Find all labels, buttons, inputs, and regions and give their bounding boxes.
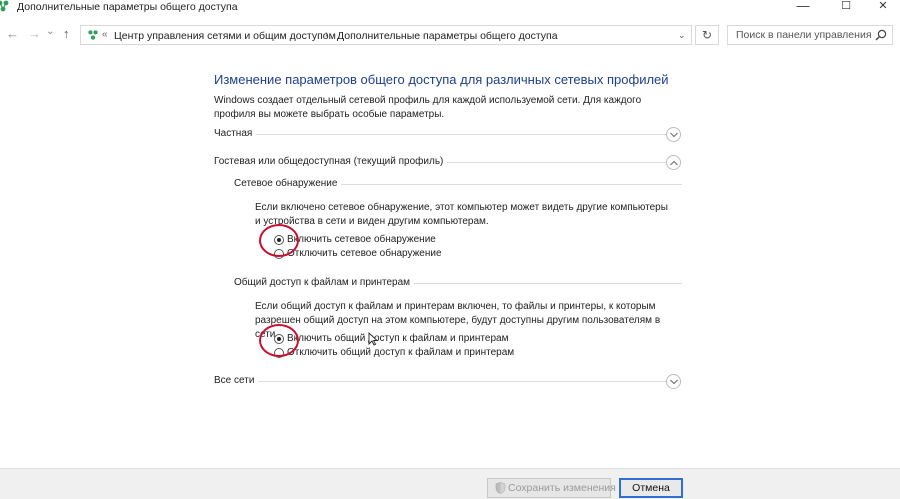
mouse-cursor-icon [368, 332, 378, 346]
breadcrumb-overflow[interactable]: « [102, 29, 108, 40]
all-networks-header[interactable]: Все сети [214, 375, 259, 386]
search-placeholder: Поиск в панели управления [736, 29, 872, 41]
radio-sharing-on[interactable] [274, 334, 284, 344]
title-bar: Дополнительные параметры общего доступа … [0, 0, 900, 16]
sharing-on-option[interactable]: Включить общий доступ к файлам и принтер… [274, 333, 524, 347]
discovery-description: Если включено сетевое обнаружение, этот … [255, 202, 668, 227]
cancel-label: Отмена [632, 482, 670, 494]
radio-label: Включить общий доступ к файлам и принтер… [287, 333, 509, 344]
breadcrumb-network-center[interactable]: Центр управления сетями и общим доступом [114, 30, 336, 42]
chevron-down-icon[interactable] [666, 374, 681, 389]
minimize-button[interactable]: — [786, 0, 820, 14]
divider [214, 134, 666, 135]
chevron-up-icon[interactable] [666, 155, 681, 170]
address-dropdown-icon[interactable]: ⌄ [678, 30, 686, 41]
sharing-off-option[interactable]: Отключить общий доступ к файлам и принте… [274, 347, 524, 361]
breadcrumb-advanced-sharing[interactable]: Дополнительные параметры общего доступа [337, 30, 558, 42]
network-icon [88, 30, 98, 40]
radio-label: Отключить общий доступ к файлам и принте… [287, 347, 515, 358]
radio-sharing-off[interactable] [274, 348, 284, 358]
close-button[interactable]: ✕ [866, 0, 900, 14]
network-icon [0, 0, 9, 12]
discovery-on-option[interactable]: Включить сетевое обнаружение [274, 234, 474, 248]
save-changes-button[interactable]: Сохранить изменения [487, 478, 616, 498]
address-toolbar: ← → ⌄ ↑ « Центр управления сетями и общи… [0, 22, 900, 48]
discovery-off-option[interactable]: Отключить сетевое обнаружение [274, 248, 474, 262]
radio-label: Включить сетевое обнаружение [287, 234, 436, 245]
breadcrumb-separator[interactable]: › [325, 29, 328, 40]
discovery-section-title: Сетевое обнаружение [234, 178, 342, 189]
forward-button[interactable]: → [28, 26, 41, 42]
chevron-down-icon[interactable] [666, 127, 681, 142]
radio-label: Отключить сетевое обнаружение [287, 248, 442, 259]
divider [214, 381, 666, 382]
save-label: Сохранить изменения [508, 482, 616, 494]
radio-discovery-on[interactable] [274, 235, 284, 245]
uac-shield-icon [495, 482, 506, 494]
search-icon[interactable] [875, 29, 887, 41]
intro-text: Windows создает отдельный сетевой профил… [214, 95, 642, 120]
search-input[interactable]: Поиск в панели управления [727, 25, 893, 45]
page-title: Изменение параметров общего доступа для … [214, 72, 669, 87]
refresh-button[interactable]: ↻ [695, 25, 719, 45]
radio-discovery-off[interactable] [274, 249, 284, 259]
profile-private-header[interactable]: Частная [214, 128, 257, 139]
window-title: Дополнительные параметры общего доступа [17, 1, 238, 13]
sharing-section-title: Общий доступ к файлам и принтерам [234, 277, 415, 288]
cancel-button[interactable]: Отмена [619, 478, 683, 498]
back-button[interactable]: ← [6, 26, 19, 42]
recent-locations-button[interactable]: ⌄ [46, 24, 54, 40]
dialog-footer: Сохранить изменения Отмена [0, 468, 900, 499]
profile-guest-header[interactable]: Гостевая или общедоступная (текущий проф… [214, 156, 448, 167]
maximize-button[interactable]: ☐ [829, 0, 863, 14]
up-button[interactable]: ↑ [63, 26, 70, 42]
address-box[interactable]: « Центр управления сетями и общим доступ… [80, 25, 692, 45]
main-content: Изменение параметров общего доступа для … [0, 48, 900, 468]
